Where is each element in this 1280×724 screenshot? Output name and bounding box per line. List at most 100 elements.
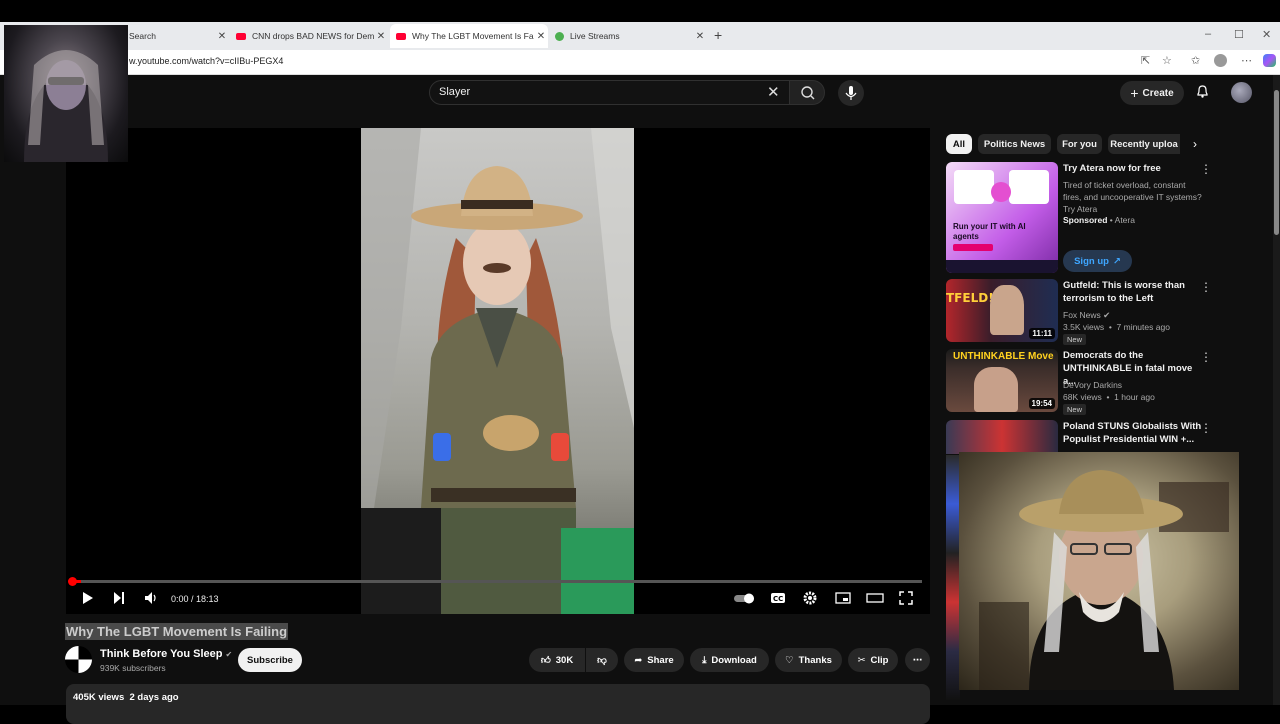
chip-for-you[interactable]: For you bbox=[1057, 134, 1102, 154]
advertiser-name: Atera bbox=[1114, 215, 1135, 225]
video-frame[interactable] bbox=[361, 128, 634, 614]
like-button[interactable]: 👍︎ 30K bbox=[529, 648, 585, 672]
tab-cnn[interactable]: CNN drops BAD NEWS for Democ ✕ bbox=[230, 24, 388, 48]
thanks-button[interactable]: ♡ Thanks bbox=[775, 648, 842, 672]
webcam-overlay-bottom-right bbox=[959, 452, 1239, 690]
more-options-icon[interactable]: ⋮ bbox=[1200, 421, 1212, 435]
rec-channel-foxnews[interactable]: Fox News ✔ bbox=[1063, 310, 1110, 321]
url-text[interactable]: w.youtube.com/watch?v=cIIBu-PEGX4 bbox=[129, 56, 283, 66]
minimize-icon[interactable]: – bbox=[1205, 28, 1211, 40]
notifications-bell-icon[interactable] bbox=[1196, 84, 1209, 101]
tab-label: CNN drops BAD NEWS for Democ bbox=[252, 31, 374, 41]
next-video-icon[interactable] bbox=[113, 591, 125, 608]
more-options-icon[interactable]: ⋮ bbox=[1200, 350, 1212, 364]
chip-politics-news[interactable]: Politics News bbox=[978, 134, 1051, 154]
play-icon[interactable] bbox=[82, 591, 94, 608]
clear-search-icon[interactable]: ✕ bbox=[767, 83, 780, 101]
close-icon[interactable]: ✕ bbox=[215, 31, 229, 42]
voice-search-button[interactable] bbox=[838, 80, 864, 106]
progress-bar[interactable] bbox=[72, 580, 922, 583]
thumbs-up-icon: 👍︎ bbox=[540, 655, 551, 666]
chevron-right-icon[interactable]: › bbox=[1193, 137, 1197, 151]
create-button[interactable]: + Create bbox=[1120, 81, 1184, 105]
ad-thumbnail[interactable]: Run your IT with AI agents bbox=[946, 162, 1058, 273]
close-icon[interactable]: ✕ bbox=[374, 31, 388, 42]
youtube-icon bbox=[236, 32, 246, 40]
rec-meta: 3.5K views • 7 minutes ago bbox=[1063, 322, 1170, 332]
channel-name[interactable]: Think Before You Sleep ✔ bbox=[100, 648, 232, 660]
share-button[interactable]: ➦ Share bbox=[624, 648, 684, 672]
rec-thumbnail-poland[interactable] bbox=[946, 420, 1058, 454]
politician-figure bbox=[974, 367, 1018, 412]
subscribe-button[interactable]: Subscribe bbox=[238, 648, 302, 672]
fullscreen-icon[interactable] bbox=[899, 591, 913, 608]
clip-button[interactable]: ✂ Clip bbox=[848, 648, 898, 672]
close-window-icon[interactable]: ✕ bbox=[1262, 28, 1271, 41]
tab-live-streams[interactable]: Live Streams ✕ bbox=[549, 24, 707, 48]
profile-icon[interactable] bbox=[1214, 54, 1227, 67]
tab-lgbt-video[interactable]: Why The LGBT Movement Is Faili ✕ bbox=[390, 24, 548, 48]
search-input[interactable]: Slayer bbox=[439, 86, 470, 98]
settings-gear-icon[interactable] bbox=[803, 591, 817, 608]
more-options-icon[interactable]: ⋮ bbox=[1200, 280, 1212, 294]
ad-sponsor-line: Sponsored • Atera bbox=[1063, 215, 1135, 225]
live-icon bbox=[555, 31, 564, 41]
new-tab-button[interactable]: + bbox=[714, 27, 722, 43]
download-icon: ⤓ bbox=[702, 654, 707, 666]
chip-all[interactable]: All bbox=[946, 134, 972, 154]
time-display: 0:00 / 18:13 bbox=[171, 594, 219, 604]
search-box[interactable] bbox=[429, 80, 794, 105]
webcam-overlay-top-left bbox=[4, 25, 128, 162]
volume-icon[interactable] bbox=[144, 591, 158, 608]
search-button[interactable] bbox=[789, 80, 825, 105]
close-icon[interactable]: ✕ bbox=[534, 31, 548, 42]
more-options-icon[interactable]: ⋮ bbox=[1200, 162, 1212, 176]
captions-icon[interactable]: CC bbox=[770, 591, 786, 608]
subscriber-count: 939K subscribers bbox=[100, 663, 166, 673]
thumb-caption-text: UNTHINKABLE Move bbox=[953, 351, 1054, 362]
description-box[interactable] bbox=[66, 684, 930, 724]
open-in-app-icon[interactable]: ⇱ bbox=[1141, 54, 1150, 67]
download-label: Download bbox=[711, 654, 757, 666]
duration-badge: 19:54 bbox=[1028, 398, 1055, 409]
favorite-star-icon[interactable]: ☆ bbox=[1162, 54, 1172, 67]
gutfeld-logo-text: TFELD! bbox=[946, 291, 994, 305]
share-icon: ➦ bbox=[634, 654, 643, 666]
thumb-caption: UNTHINKABLE Move bbox=[953, 351, 1054, 362]
rec-thumbnails-partial[interactable] bbox=[946, 455, 960, 700]
more-menu-icon[interactable]: ⋯ bbox=[1241, 54, 1252, 67]
miniplayer-icon[interactable] bbox=[835, 591, 851, 608]
maximize-icon[interactable]: ☐ bbox=[1234, 28, 1244, 41]
sign-up-button[interactable]: Sign up ↗ bbox=[1063, 250, 1132, 272]
rec-title-ad[interactable]: Try Atera now for free bbox=[1063, 162, 1203, 175]
autoplay-toggle-icon[interactable] bbox=[733, 591, 757, 608]
channel-avatar[interactable] bbox=[65, 646, 92, 673]
scrubber-handle[interactable] bbox=[68, 577, 77, 586]
rec-thumbnail-gutfeld[interactable]: TFELD! 11:11 bbox=[946, 279, 1058, 342]
chip-recently-uploaded[interactable]: Recently uploa bbox=[1108, 134, 1180, 154]
download-button[interactable]: ⤓ Download bbox=[690, 648, 769, 672]
rec-title-poland[interactable]: Poland STUNS Globalists With Populist Pr… bbox=[1063, 420, 1203, 446]
tab-label: Why The LGBT Movement Is Faili bbox=[412, 31, 534, 41]
video-title: Why The LGBT Movement Is Failing bbox=[65, 623, 289, 640]
webcam-image bbox=[979, 470, 1229, 690]
rec-meta: 68K views • 1 hour ago bbox=[1063, 392, 1155, 402]
scrollbar-thumb[interactable] bbox=[1274, 90, 1279, 235]
rec-channel-devory[interactable]: DeVory Darkins bbox=[1063, 380, 1122, 390]
copilot-icon[interactable] bbox=[1263, 54, 1276, 67]
rec-title-gutfeld[interactable]: Gutfeld: This is worse than terrorism to… bbox=[1063, 279, 1203, 305]
plus-icon: + bbox=[1130, 85, 1139, 101]
tab-search[interactable]: Search ✕ bbox=[129, 24, 229, 48]
more-actions-button[interactable]: ⋯ bbox=[905, 648, 930, 672]
ad-description: Tired of ticket overload, constant fires… bbox=[1063, 180, 1202, 214]
channel-text: Fox News bbox=[1063, 310, 1101, 320]
favorites-icon[interactable]: ✩ bbox=[1191, 54, 1200, 67]
microphone-icon bbox=[845, 86, 857, 100]
close-icon[interactable]: ✕ bbox=[693, 31, 707, 42]
dislike-button[interactable]: 👎︎ bbox=[586, 648, 618, 672]
verified-icon: ✔ bbox=[225, 650, 233, 659]
theater-mode-icon[interactable] bbox=[866, 591, 884, 608]
more-dots-icon: ⋯ bbox=[912, 654, 923, 666]
account-avatar[interactable] bbox=[1231, 82, 1252, 103]
rec-thumbnail-devory[interactable]: UNTHINKABLE Move 19:54 bbox=[946, 349, 1058, 412]
